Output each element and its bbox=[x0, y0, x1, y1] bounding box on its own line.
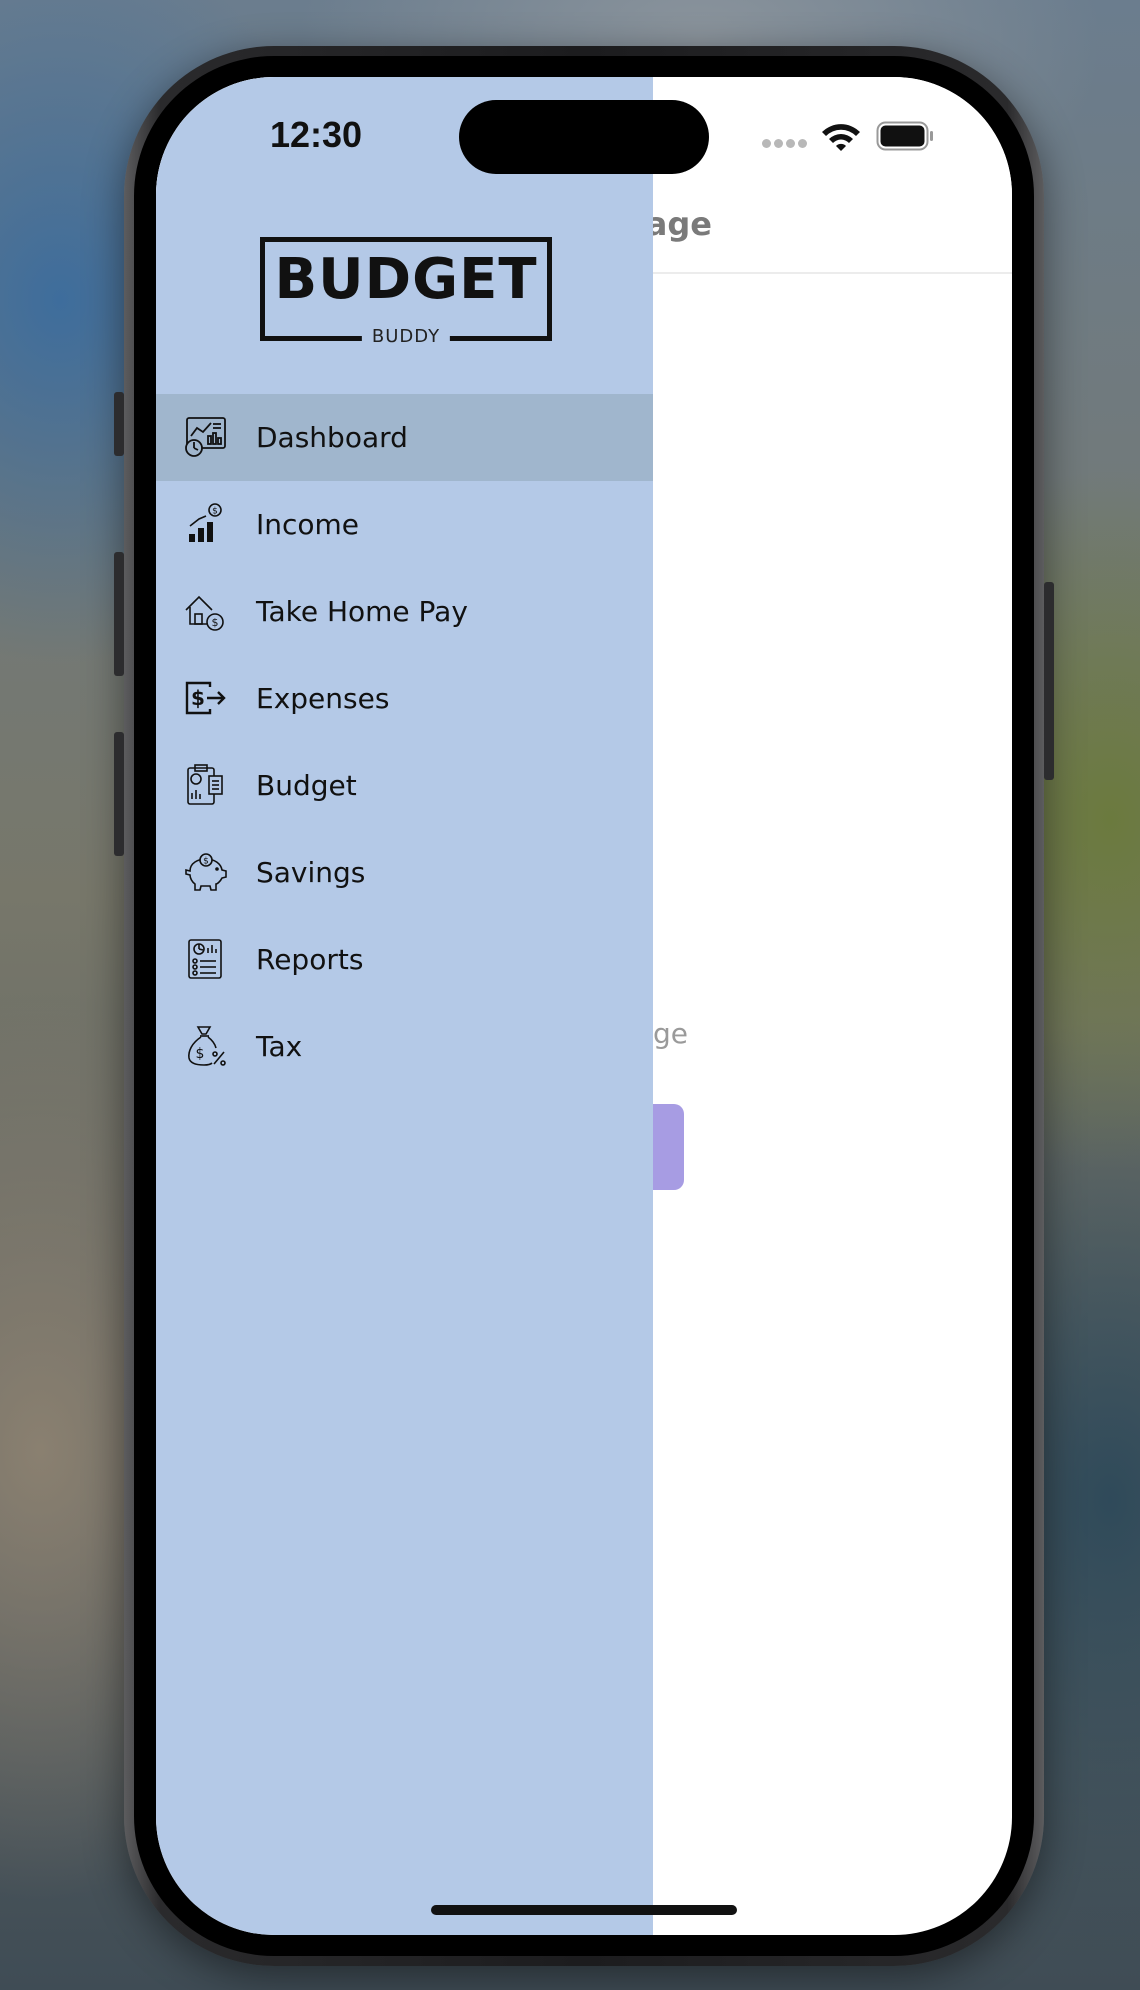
drawer-item-label: Dashboard bbox=[256, 421, 408, 454]
drawer-item-savings[interactable]: $ Savings bbox=[156, 829, 653, 916]
drawer-item-label: Savings bbox=[256, 856, 366, 889]
drawer-item-label: Take Home Pay bbox=[256, 595, 468, 628]
money-bag-percent-icon: $ bbox=[182, 1023, 228, 1069]
volume-down-button bbox=[114, 732, 124, 856]
navigation-drawer: BUDGET BUDDY Dashboard $ Income $ Take H… bbox=[156, 77, 653, 1935]
svg-text:$: $ bbox=[203, 857, 209, 867]
drawer-item-label: Reports bbox=[256, 943, 364, 976]
dynamic-island bbox=[459, 100, 709, 174]
budget-clipboard-icon bbox=[182, 762, 228, 808]
dashboard-icon bbox=[182, 414, 228, 460]
svg-text:$: $ bbox=[196, 1046, 205, 1062]
svg-text:$: $ bbox=[212, 507, 218, 517]
drawer-item-take-home-pay[interactable]: $ Take Home Pay bbox=[156, 568, 653, 655]
drawer-item-reports[interactable]: Reports bbox=[156, 916, 653, 1003]
income-chart-icon: $ bbox=[182, 501, 228, 547]
drawer-item-label: Budget bbox=[256, 769, 357, 802]
svg-text:$: $ bbox=[212, 616, 219, 629]
cellular-signal-icon bbox=[762, 139, 808, 149]
main-page-title: age bbox=[645, 205, 712, 243]
drawer-item-income[interactable]: $ Income bbox=[156, 481, 653, 568]
drawer-item-label: Tax bbox=[256, 1030, 303, 1063]
drawer-item-tax[interactable]: $ Tax bbox=[156, 1003, 653, 1090]
drawer-item-dashboard[interactable]: Dashboard bbox=[156, 394, 653, 481]
volume-up-button bbox=[114, 552, 124, 676]
report-document-icon bbox=[182, 936, 228, 982]
logo-wordmark: BUDGET bbox=[274, 247, 538, 312]
drawer-menu: Dashboard $ Income $ Take Home Pay $ Exp… bbox=[156, 394, 653, 1090]
expense-arrow-icon: $ bbox=[182, 675, 228, 721]
power-button bbox=[1044, 582, 1054, 780]
svg-text:$: $ bbox=[191, 686, 205, 710]
action-button bbox=[114, 392, 124, 456]
home-indicator[interactable] bbox=[431, 1905, 737, 1915]
phone-screen: age age BUDGET BUDDY Dashboard $ Income … bbox=[156, 77, 1012, 1935]
drawer-item-label: Income bbox=[256, 508, 360, 541]
logo-subtitle: BUDDY bbox=[361, 326, 451, 348]
piggy-bank-icon: $ bbox=[182, 849, 228, 895]
wifi-icon bbox=[820, 121, 862, 153]
drawer-item-budget[interactable]: Budget bbox=[156, 742, 653, 829]
drawer-item-label: Expenses bbox=[256, 682, 390, 715]
budget-buddy-logo: BUDGET BUDDY bbox=[260, 237, 552, 348]
status-bar-time: 12:30 bbox=[270, 114, 363, 155]
drawer-item-expenses[interactable]: $ Expenses bbox=[156, 655, 653, 742]
battery-icon bbox=[876, 121, 934, 151]
house-dollar-icon: $ bbox=[182, 588, 228, 634]
